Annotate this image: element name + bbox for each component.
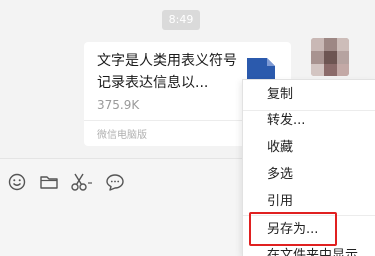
folder-icon[interactable] — [39, 172, 59, 192]
highlight-box — [249, 212, 337, 246]
menu-item-forward[interactable]: 转发... — [243, 106, 375, 136]
file-name: 文字是人类用表义符号记录表达信息以... — [97, 53, 237, 91]
emoji-icon[interactable] — [7, 172, 27, 192]
avatar[interactable] — [311, 38, 349, 76]
menu-item-favorite[interactable]: 收藏 — [243, 133, 375, 163]
scissors-icon[interactable] — [70, 172, 94, 192]
file-size: 375.9K — [97, 98, 140, 112]
message-time: 8:49 — [162, 10, 200, 30]
chat-bubble-icon[interactable] — [105, 172, 125, 192]
menu-item-multi-select[interactable]: 多选 — [243, 160, 375, 190]
file-source: 微信电脑版 — [97, 130, 147, 141]
